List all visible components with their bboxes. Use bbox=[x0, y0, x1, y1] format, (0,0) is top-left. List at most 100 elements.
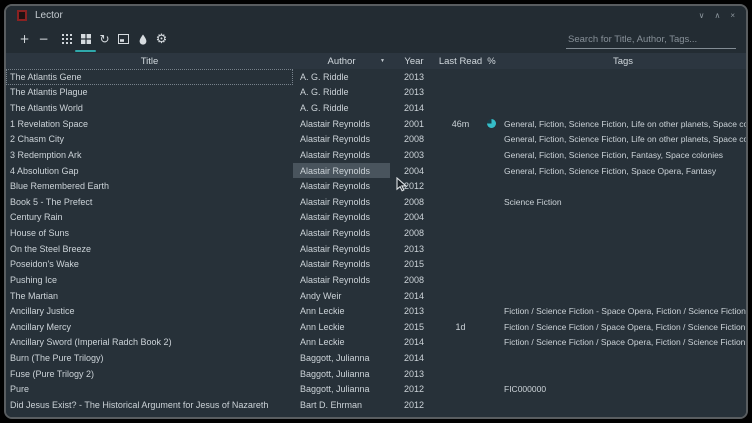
cell-author[interactable]: A. G. Riddle bbox=[293, 69, 390, 85]
cell-author[interactable]: Alastair Reynolds bbox=[293, 210, 390, 226]
cover-view-button[interactable] bbox=[57, 30, 76, 48]
cell-title[interactable]: Did Jesus Exist? - The Historical Argume… bbox=[6, 397, 293, 413]
cell-percent[interactable] bbox=[483, 194, 500, 210]
cell-year[interactable]: 2012 bbox=[390, 397, 438, 413]
cell-title[interactable]: 2 Chasm City bbox=[6, 132, 293, 148]
cell-tags[interactable] bbox=[500, 100, 746, 116]
cell-year[interactable]: 2001 bbox=[390, 116, 438, 132]
cell-last-read[interactable] bbox=[438, 69, 483, 85]
cell-percent[interactable] bbox=[483, 163, 500, 179]
cell-year[interactable]: 2014 bbox=[390, 100, 438, 116]
cell-year[interactable]: 2008 bbox=[390, 194, 438, 210]
refresh-library-button[interactable]: ↻ bbox=[95, 30, 114, 48]
cell-author[interactable]: Alastair Reynolds bbox=[293, 257, 390, 273]
cell-last-read[interactable] bbox=[438, 241, 483, 257]
reader-view-button[interactable] bbox=[114, 30, 133, 48]
cell-last-read[interactable] bbox=[438, 163, 483, 179]
cell-tags[interactable]: Fiction / Science Fiction / Space Opera,… bbox=[500, 319, 746, 335]
cell-year[interactable]: 2013 bbox=[390, 85, 438, 101]
cell-percent[interactable] bbox=[483, 69, 500, 85]
cell-title[interactable]: Poseidon's Wake bbox=[6, 257, 293, 273]
cell-year[interactable]: 2004 bbox=[390, 163, 438, 179]
table-row[interactable]: Did Jesus Exist? - The Historical Argume… bbox=[6, 397, 746, 413]
cell-title[interactable]: Century Rain bbox=[6, 210, 293, 226]
cell-year[interactable]: 2014 bbox=[390, 350, 438, 366]
cell-title[interactable]: Ancillary Sword (Imperial Radch Book 2) bbox=[6, 335, 293, 351]
cell-author[interactable]: Ann Leckie bbox=[293, 319, 390, 335]
cell-tags[interactable]: FIC000000 bbox=[500, 382, 746, 398]
column-header-tags[interactable]: Tags bbox=[500, 53, 746, 69]
cell-year[interactable]: 2015 bbox=[390, 257, 438, 273]
cell-author[interactable]: Alastair Reynolds bbox=[293, 132, 390, 148]
cell-last-read[interactable] bbox=[438, 225, 483, 241]
cell-percent[interactable] bbox=[483, 132, 500, 148]
settings-button[interactable]: ⚙ bbox=[152, 30, 171, 48]
cell-author[interactable]: A. G. Riddle bbox=[293, 100, 390, 116]
table-row[interactable]: Burn (The Pure Trilogy)Baggott, Julianna… bbox=[6, 350, 746, 366]
cell-last-read[interactable] bbox=[438, 303, 483, 319]
table-row[interactable]: 1 Revelation SpaceAlastair Reynolds20014… bbox=[6, 116, 746, 132]
cell-author[interactable]: Ann Leckie bbox=[293, 335, 390, 351]
table-row[interactable]: PureBaggott, Julianna2012FIC000000 bbox=[6, 382, 746, 398]
cell-percent[interactable] bbox=[483, 350, 500, 366]
cell-year[interactable]: 2014 bbox=[390, 335, 438, 351]
cell-author[interactable]: Alastair Reynolds bbox=[293, 178, 390, 194]
cell-tags[interactable] bbox=[500, 69, 746, 85]
cell-title[interactable]: The Atlantis Plague bbox=[6, 85, 293, 101]
cell-title[interactable]: Fuse (Pure Trilogy 2) bbox=[6, 366, 293, 382]
cell-title[interactable]: 1 Revelation Space bbox=[6, 116, 293, 132]
cell-tags[interactable] bbox=[500, 288, 746, 304]
cell-tags[interactable] bbox=[500, 85, 746, 101]
cell-year[interactable]: 2012 bbox=[390, 178, 438, 194]
delete-book-button[interactable]: − bbox=[34, 30, 53, 48]
table-row[interactable]: Fuse (Pure Trilogy 2)Baggott, Julianna20… bbox=[6, 366, 746, 382]
cell-year[interactable]: 2013 bbox=[390, 303, 438, 319]
titlebar[interactable]: Lector ∨ ∧ × bbox=[6, 6, 746, 25]
table-view-button[interactable] bbox=[76, 30, 95, 48]
cell-year[interactable]: 2008 bbox=[390, 272, 438, 288]
cell-last-read[interactable] bbox=[438, 147, 483, 163]
cell-title[interactable]: 3 Redemption Ark bbox=[6, 147, 293, 163]
cell-percent[interactable] bbox=[483, 303, 500, 319]
cell-last-read[interactable] bbox=[438, 257, 483, 273]
table-row[interactable]: 2 Chasm CityAlastair Reynolds2008 General… bbox=[6, 132, 746, 148]
cell-title[interactable]: Burn (The Pure Trilogy) bbox=[6, 350, 293, 366]
cell-percent[interactable] bbox=[483, 288, 500, 304]
cell-year[interactable]: 2013 bbox=[390, 366, 438, 382]
cell-tags[interactable]: Fiction / Science Fiction / Space Opera,… bbox=[500, 335, 746, 351]
cell-author[interactable]: Baggott, Julianna bbox=[293, 366, 390, 382]
cell-author[interactable]: Alastair Reynolds bbox=[293, 147, 390, 163]
cell-author[interactable]: Andy Weir bbox=[293, 288, 390, 304]
cell-last-read[interactable]: 1d bbox=[438, 319, 483, 335]
cell-percent[interactable] bbox=[483, 366, 500, 382]
cell-title[interactable]: 4 Absolution Gap bbox=[6, 163, 293, 179]
cell-year[interactable]: 2008 bbox=[390, 132, 438, 148]
cell-tags[interactable]: General, Fiction, Science Fiction, Life … bbox=[500, 132, 746, 148]
cell-year[interactable]: 2013 bbox=[390, 241, 438, 257]
table-row[interactable]: Book 5 - The PrefectAlastair Reynolds200… bbox=[6, 194, 746, 210]
add-book-button[interactable]: + bbox=[15, 30, 34, 48]
table-row[interactable]: The Atlantis GeneA. G. Riddle2013 bbox=[6, 69, 746, 85]
cell-title[interactable]: Pushing Ice bbox=[6, 272, 293, 288]
cell-percent[interactable] bbox=[483, 210, 500, 226]
cell-title[interactable]: Pure bbox=[6, 382, 293, 398]
close-icon[interactable]: × bbox=[730, 12, 735, 20]
cell-author[interactable]: Alastair Reynolds bbox=[293, 272, 390, 288]
cell-percent[interactable] bbox=[483, 116, 500, 132]
cell-tags[interactable] bbox=[500, 225, 746, 241]
cell-last-read[interactable] bbox=[438, 210, 483, 226]
cell-tags[interactable] bbox=[500, 241, 746, 257]
cell-author[interactable]: Bart D. Ehrman bbox=[293, 397, 390, 413]
cell-last-read[interactable] bbox=[438, 85, 483, 101]
cell-tags[interactable]: General, Fiction, Science Fiction, Space… bbox=[500, 163, 746, 179]
cell-last-read[interactable] bbox=[438, 366, 483, 382]
column-header-last-read[interactable]: Last Read bbox=[438, 53, 483, 69]
cell-title[interactable]: House of Suns bbox=[6, 225, 293, 241]
cell-title[interactable]: Book 5 - The Prefect bbox=[6, 194, 293, 210]
cell-last-read[interactable] bbox=[438, 132, 483, 148]
table-row[interactable]: On the Steel BreezeAlastair Reynolds2013 bbox=[6, 241, 746, 257]
cell-percent[interactable] bbox=[483, 319, 500, 335]
cell-title[interactable]: The Atlantis Gene bbox=[6, 69, 293, 85]
cell-percent[interactable] bbox=[483, 272, 500, 288]
cell-title[interactable]: The Atlantis World bbox=[6, 100, 293, 116]
